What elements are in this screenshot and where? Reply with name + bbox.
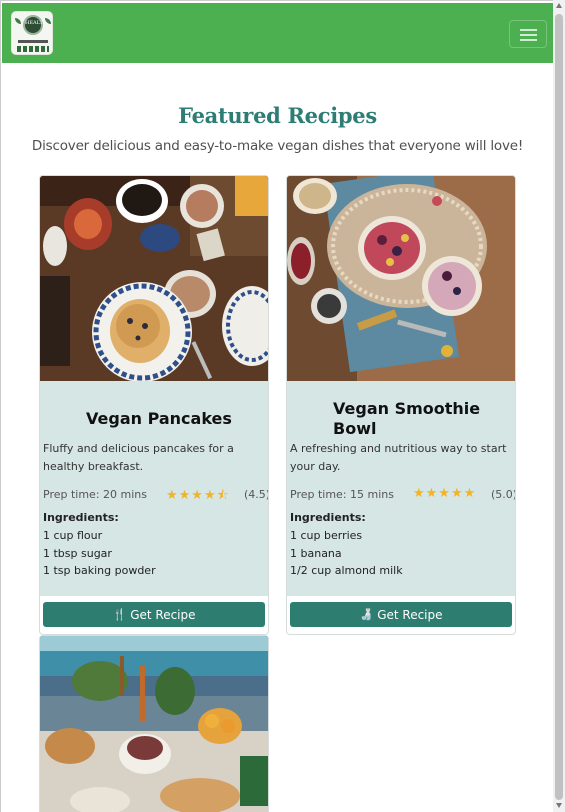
- get-recipe-label: Get Recipe: [377, 607, 443, 622]
- page-lead: Discover delicious and easy-to-make vega…: [31, 138, 524, 154]
- recipe-image-pancakes: [40, 176, 268, 381]
- recipe-title[interactable]: Vegan Smoothie Bowl: [333, 399, 493, 439]
- prep-time: Prep time: 15 mins: [290, 488, 394, 501]
- hamburger-icon-line: [520, 39, 537, 41]
- utensils-icon: 🍴: [112, 608, 127, 621]
- logo-text: HEALTHY: [25, 20, 51, 26]
- ingredient-item: 1 banana: [290, 546, 342, 560]
- ingredient-item: 1 tbsp sugar: [43, 546, 112, 560]
- recipe-description: A refreshing and nutritious way to start…: [290, 442, 507, 473]
- ingredients-heading: Ingredients:: [290, 511, 366, 524]
- ingredient-item: 1/2 cup almond milk: [290, 564, 403, 577]
- scrollbar-thumb[interactable]: [555, 14, 563, 800]
- logo-seal-icon: HEALTHY: [23, 15, 51, 35]
- navbar: HEALTHY: [2, 3, 553, 63]
- get-recipe-button[interactable]: 🍴 Get Recipe: [43, 602, 265, 627]
- ingredient-item: 1 cup flour: [43, 529, 103, 542]
- rating-value: (5.0): [491, 488, 516, 501]
- prep-time: Prep time: 20 mins: [43, 488, 147, 501]
- rating-value: (4.5): [244, 488, 269, 501]
- page-title: Featured Recipes: [178, 103, 377, 128]
- recipe-image-smoothie-bowl: [287, 176, 515, 381]
- get-recipe-button[interactable]: 🍶 Get Recipe: [290, 602, 512, 627]
- logo-pattern: [17, 46, 49, 52]
- recipe-image-buffet: [40, 636, 268, 812]
- get-recipe-label: Get Recipe: [130, 607, 196, 622]
- ingredients-list: 1 cup berries 1 banana 1/2 cup almond mi…: [290, 527, 403, 580]
- blender-icon: 🍶: [359, 608, 374, 621]
- recipe-card: [39, 635, 269, 812]
- hamburger-icon-line: [520, 34, 537, 36]
- card-body: Vegan Smoothie Bowl A refreshing and nut…: [287, 381, 515, 596]
- recipe-description: Fluffy and delicious pancakes for a heal…: [43, 442, 234, 473]
- card-body: Vegan Pancakes Fluffy and delicious panc…: [40, 381, 268, 596]
- vertical-scrollbar[interactable]: [553, 0, 565, 812]
- star-rating-icon: ★★★★★: [413, 486, 477, 501]
- hamburger-icon-line: [520, 29, 537, 31]
- recipe-card: Vegan Smoothie Bowl A refreshing and nut…: [286, 175, 516, 635]
- navbar-toggler-button[interactable]: [509, 20, 547, 48]
- leaf-icon: [15, 18, 21, 24]
- ingredient-item: 1 tsp baking powder: [43, 564, 156, 577]
- ingredients-list: 1 cup flour 1 tbsp sugar 1 tsp baking po…: [43, 527, 156, 580]
- logo-bar: [18, 40, 48, 43]
- star-rating-icon: ★★★★⯪: [166, 488, 230, 503]
- recipe-card: Vegan Pancakes Fluffy and delicious panc…: [39, 175, 269, 635]
- scroll-down-arrow-icon[interactable]: [556, 803, 562, 808]
- recipe-title[interactable]: Vegan Pancakes: [86, 409, 266, 429]
- brand-logo[interactable]: HEALTHY: [11, 11, 53, 55]
- page-frame: HEALTHY Featured Recipes Discover delici…: [0, 0, 553, 812]
- ingredients-heading: Ingredients:: [43, 511, 119, 524]
- scroll-up-arrow-icon[interactable]: [556, 3, 562, 8]
- ingredient-item: 1 cup berries: [290, 529, 363, 542]
